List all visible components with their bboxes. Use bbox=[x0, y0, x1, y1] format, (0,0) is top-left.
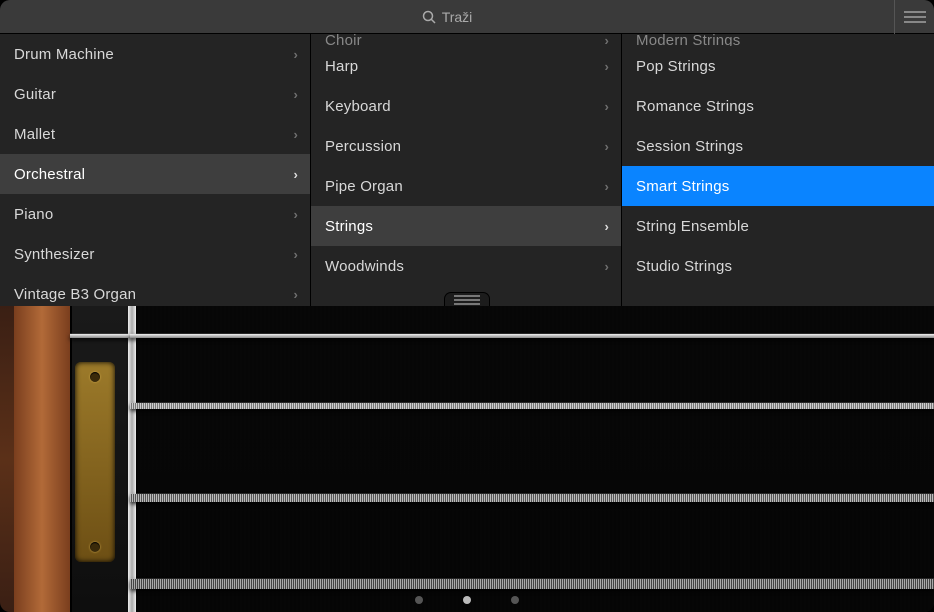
chevron-right-icon: › bbox=[293, 127, 298, 142]
row-label: Modern Strings bbox=[636, 34, 741, 46]
chevron-right-icon: › bbox=[293, 287, 298, 302]
search-placeholder: Traži bbox=[442, 9, 473, 25]
string-1[interactable] bbox=[130, 334, 934, 338]
col3-item[interactable]: Session Strings bbox=[622, 126, 934, 166]
search-field[interactable]: Traži bbox=[0, 9, 894, 25]
chevron-right-icon: › bbox=[293, 87, 298, 102]
chevron-right-icon: › bbox=[293, 247, 298, 262]
chevron-right-icon: › bbox=[604, 139, 609, 154]
col2-item[interactable]: Percussion › bbox=[311, 126, 621, 166]
brass-plate bbox=[75, 362, 115, 562]
row-label: Session Strings bbox=[636, 138, 743, 155]
col2-item[interactable]: Harp › bbox=[311, 46, 621, 86]
row-label: Synthesizer bbox=[14, 246, 95, 263]
col1-item[interactable]: Orchestral › bbox=[0, 154, 310, 194]
chevron-right-icon: › bbox=[604, 34, 609, 46]
col2-item[interactable]: Keyboard › bbox=[311, 86, 621, 126]
preset-column: Modern Strings Pop Strings Romance Strings… bbox=[622, 34, 934, 306]
col1-item[interactable]: Synthesizer › bbox=[0, 234, 310, 274]
col2-item[interactable]: Choir › bbox=[311, 34, 621, 46]
string-3[interactable] bbox=[130, 494, 934, 502]
string-2[interactable] bbox=[130, 403, 934, 409]
col3-item[interactable]: Modern Strings bbox=[622, 34, 934, 46]
chevron-right-icon: › bbox=[604, 259, 609, 274]
nut bbox=[128, 306, 136, 612]
row-label: Romance Strings bbox=[636, 98, 754, 115]
chevron-right-icon: › bbox=[293, 167, 298, 182]
row-label: Piano bbox=[14, 206, 53, 223]
row-label: Studio Strings bbox=[636, 258, 732, 275]
instrument-view[interactable] bbox=[0, 306, 934, 612]
instrument-browser: Drum Machine›Guitar›Mallet›Orchestral›Pi… bbox=[0, 34, 934, 306]
page-dot[interactable] bbox=[463, 596, 471, 604]
string-neck bbox=[0, 306, 130, 612]
col3-item[interactable]: Smart Strings bbox=[622, 166, 934, 206]
page-dot[interactable] bbox=[511, 596, 519, 604]
search-icon bbox=[422, 10, 436, 24]
col1-item[interactable]: Mallet › bbox=[0, 114, 310, 154]
menu-button[interactable] bbox=[894, 0, 934, 34]
subcategory-column: Choir›Harp›Keyboard›Percussion›Pipe Orga… bbox=[311, 34, 622, 306]
page-dot[interactable] bbox=[415, 596, 423, 604]
row-label: Pipe Organ bbox=[325, 178, 403, 195]
string-4[interactable] bbox=[130, 579, 934, 589]
col2-item[interactable]: Woodwinds › bbox=[311, 246, 621, 286]
chevron-right-icon: › bbox=[293, 47, 298, 62]
chevron-right-icon: › bbox=[604, 179, 609, 194]
top-bar: Traži bbox=[0, 0, 934, 34]
col1-item[interactable]: Guitar › bbox=[0, 74, 310, 114]
app-window: Traži Drum Machine›Guitar›Mallet›Orchest… bbox=[0, 0, 934, 612]
row-label: Keyboard bbox=[325, 98, 391, 115]
chevron-right-icon: › bbox=[604, 219, 609, 234]
col3-item[interactable]: Pop Strings bbox=[622, 46, 934, 86]
row-label: Woodwinds bbox=[325, 258, 404, 275]
row-label: String Ensemble bbox=[636, 218, 749, 235]
col3-item[interactable]: String Ensemble bbox=[622, 206, 934, 246]
drag-handle[interactable] bbox=[444, 292, 490, 306]
page-dots bbox=[0, 596, 934, 604]
col2-item[interactable]: Pipe Organ › bbox=[311, 166, 621, 206]
col2-item[interactable]: Strings › bbox=[311, 206, 621, 246]
row-label: Drum Machine bbox=[14, 46, 114, 63]
col1-item[interactable]: Vintage B3 Organ › bbox=[0, 274, 310, 306]
col1-item[interactable]: Piano › bbox=[0, 194, 310, 234]
chevron-right-icon: › bbox=[604, 59, 609, 74]
category-column: Drum Machine›Guitar›Mallet›Orchestral›Pi… bbox=[0, 34, 311, 306]
row-label: Pop Strings bbox=[636, 58, 716, 75]
row-label: Choir bbox=[325, 34, 362, 46]
col1-item[interactable]: Drum Machine › bbox=[0, 34, 310, 74]
chevron-right-icon: › bbox=[293, 207, 298, 222]
chevron-right-icon: › bbox=[604, 99, 609, 114]
row-label: Strings bbox=[325, 218, 373, 235]
row-label: Percussion bbox=[325, 138, 401, 155]
row-label: Guitar bbox=[14, 86, 56, 103]
row-label: Mallet bbox=[14, 126, 55, 143]
row-label: Harp bbox=[325, 58, 358, 75]
row-label: Vintage B3 Organ bbox=[14, 286, 136, 303]
col3-item[interactable]: Romance Strings bbox=[622, 86, 934, 126]
row-label: Orchestral bbox=[14, 166, 85, 183]
row-label: Smart Strings bbox=[636, 178, 729, 195]
col3-item[interactable]: Studio Strings bbox=[622, 246, 934, 286]
